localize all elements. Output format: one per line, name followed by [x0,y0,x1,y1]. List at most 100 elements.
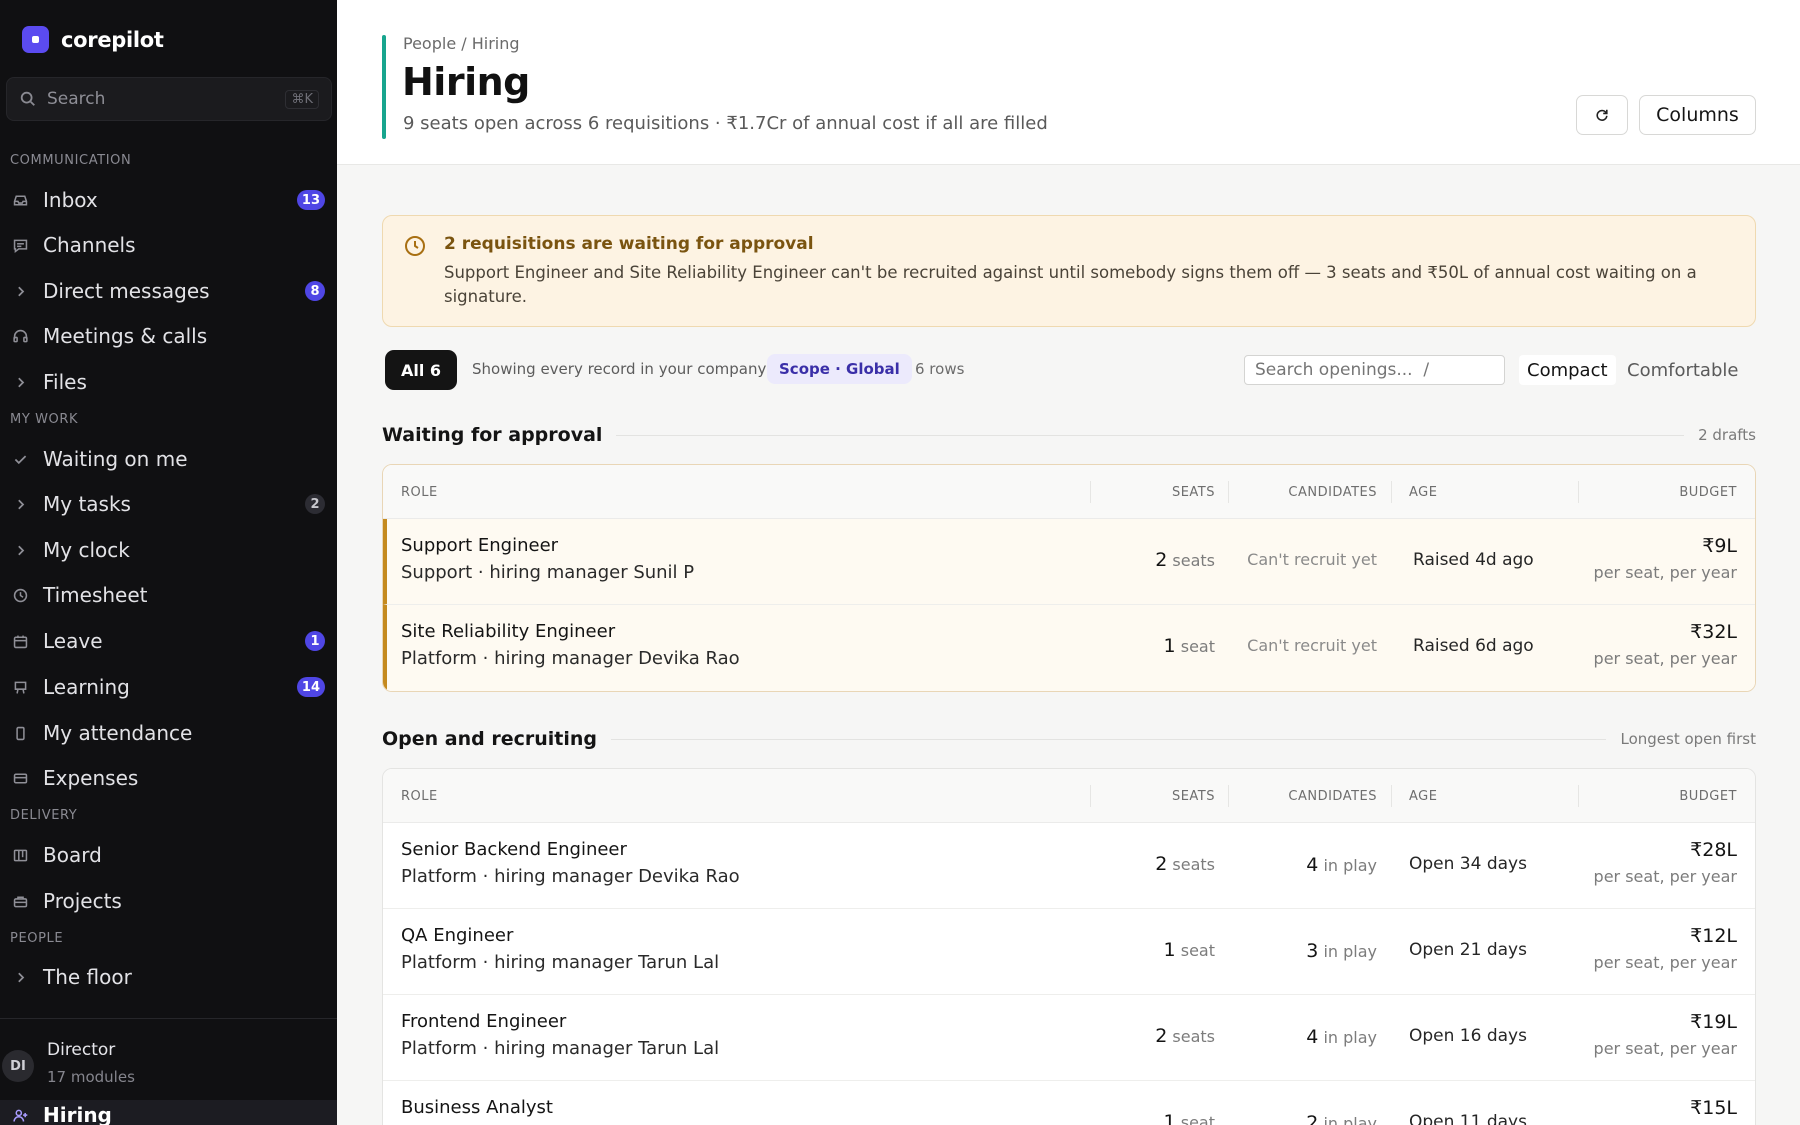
density-comfortable[interactable]: Comfortable [1619,355,1746,385]
user-plus-icon [13,1109,28,1122]
column-seats[interactable]: SEATS [1172,769,1215,823]
budget-cell: ₹19L per seat, per year [1594,1011,1737,1058]
scope-badge[interactable]: Scope · Global [767,354,912,384]
candidates-status: Can't recruit yet [1247,636,1377,655]
inbox-icon [13,194,28,206]
sidebar-item-my-attendance[interactable]: My attendance [0,714,337,752]
role-subtitle: Platform · hiring manager Tarun Lal [401,952,720,973]
role-cell: QA Engineer Platform · hiring manager Ta… [401,925,719,973]
sidebar-item-meetings[interactable]: Meetings & calls [0,317,337,355]
open-table: ROLE SEATS CANDIDATES AGE BUDGET Senior … [382,768,1756,1125]
candidates-unit: in play [1323,942,1377,961]
table-row[interactable]: Site Reliability Engineer Platform · hir… [383,605,1755,691]
density-compact[interactable]: Compact [1519,355,1616,385]
column-separator [1578,785,1579,807]
sidebar-item-leave[interactable]: Leave 1 [0,622,337,660]
sidebar-item-direct-messages[interactable]: Direct messages 8 [0,272,337,310]
clock-icon [405,236,425,256]
sidebar-item-files[interactable]: Files [0,363,337,401]
table-row[interactable]: Business Analyst 1 seat 2 in play Open 1… [383,1081,1755,1125]
sidebar-item-channels[interactable]: Channels [0,226,337,264]
calendar-icon [13,635,28,648]
role-cell: Support Engineer Support · hiring manage… [401,535,694,583]
budget-amount: ₹32L [1690,621,1737,643]
refresh-button[interactable] [1576,95,1628,135]
sidebar-divider [0,1018,337,1019]
column-age[interactable]: AGE [1409,465,1437,519]
column-budget[interactable]: BUDGET [1679,465,1737,519]
corepilot-logo-icon [22,26,49,53]
row-count: 6 rows [915,360,965,378]
role-subtitle: Platform · hiring manager Tarun Lal [401,1038,720,1059]
column-candidates[interactable]: CANDIDATES [1288,465,1377,519]
section-divider [616,434,1685,436]
sidebar-item-board[interactable]: Board [0,836,337,874]
table-row[interactable]: Support Engineer Support · hiring manage… [383,519,1755,605]
sidebar-item-label: Board [43,843,102,867]
candidates-cell: 4 in play [1306,1026,1377,1048]
budget-cell: ₹15L [1690,1097,1737,1125]
column-role[interactable]: ROLE [401,769,438,823]
columns-button[interactable]: Columns [1639,95,1756,135]
easel-icon [14,681,27,694]
candidates-count: 2 [1306,1112,1319,1125]
table-row[interactable]: QA Engineer Platform · hiring manager Ta… [383,909,1755,995]
budget-cell: ₹32L per seat, per year [1594,621,1737,668]
header-accent-bar [382,35,386,139]
brand[interactable]: corepilot [22,26,164,53]
budget-cell: ₹12L per seat, per year [1594,925,1737,972]
column-budget[interactable]: BUDGET [1679,769,1737,823]
section-meta[interactable]: Longest open first [1620,730,1756,748]
sidebar-item-learning[interactable]: Learning 14 [0,668,337,706]
chevron-right-icon [18,499,25,509]
sidebar-item-the-floor[interactable]: The floor [0,958,337,996]
table-header: ROLE SEATS CANDIDATES AGE BUDGET [383,769,1755,823]
seats-cell: 2 seats [1155,1025,1215,1047]
candidates-status: Can't recruit yet [1247,550,1377,569]
leave-badge: 1 [305,631,325,651]
seats-cell: 2 seats [1155,549,1215,571]
sidebar-item-expenses[interactable]: Expenses [0,759,337,797]
seats-unit: seats [1172,1027,1215,1046]
board-icon [13,849,28,861]
sidebar-item-hiring[interactable]: Hiring [0,1100,337,1125]
filter-toolbar: All 6 Showing every record in your compa… [337,350,1800,394]
budget-note: per seat, per year [1593,649,1737,668]
search-openings-input[interactable] [1244,355,1505,385]
sidebar-item-label: Meetings & calls [43,324,208,348]
sidebar-item-label: Waiting on me [43,447,188,471]
card-icon [13,772,28,784]
sidebar-item-projects[interactable]: Projects [0,882,337,920]
budget-note: per seat, per year [1593,867,1737,886]
table-row[interactable]: Senior Backend Engineer Platform · hirin… [383,823,1755,909]
search-shortcut: ⌘K [285,89,319,109]
role-cell: Business Analyst [401,1097,553,1124]
sidebar-item-label: Leave [43,629,103,653]
sidebar-item-timesheet[interactable]: Timesheet [0,576,337,614]
pending-section-header: Waiting for approval 2 drafts [382,420,1756,450]
section-my-work: MY WORK [10,412,79,427]
section-title: Open and recruiting [382,728,597,750]
budget-note: per seat, per year [1593,953,1737,972]
budget-amount: ₹28L [1690,839,1737,861]
role-cell: Frontend Engineer Platform · hiring mana… [401,1011,719,1059]
budget-cell: ₹28L per seat, per year [1594,839,1737,886]
sidebar-search[interactable]: Search ⌘K [6,77,332,121]
sidebar-item-my-clock[interactable]: My clock [0,531,337,569]
candidates-cell: 2 in play [1306,1112,1377,1125]
role-title: Frontend Engineer [401,1011,567,1032]
user-name: Director [47,1040,116,1060]
sidebar-item-inbox[interactable]: Inbox 13 [0,181,337,219]
sidebar-item-my-tasks[interactable]: My tasks 2 [0,485,337,523]
age-cell: Raised 4d ago [1413,550,1534,570]
breadcrumb[interactable]: People / Hiring [403,34,520,53]
column-role[interactable]: ROLE [401,465,438,519]
sidebar-item-label: Timesheet [43,583,148,607]
filter-all-chip[interactable]: All 6 [385,350,457,390]
column-age[interactable]: AGE [1409,769,1437,823]
table-row[interactable]: Frontend Engineer Platform · hiring mana… [383,995,1755,1081]
column-seats[interactable]: SEATS [1172,465,1215,519]
alert-body: Support Engineer and Site Reliability En… [444,263,1697,306]
column-candidates[interactable]: CANDIDATES [1288,769,1377,823]
sidebar-item-waiting-on-me[interactable]: Waiting on me [0,440,337,478]
